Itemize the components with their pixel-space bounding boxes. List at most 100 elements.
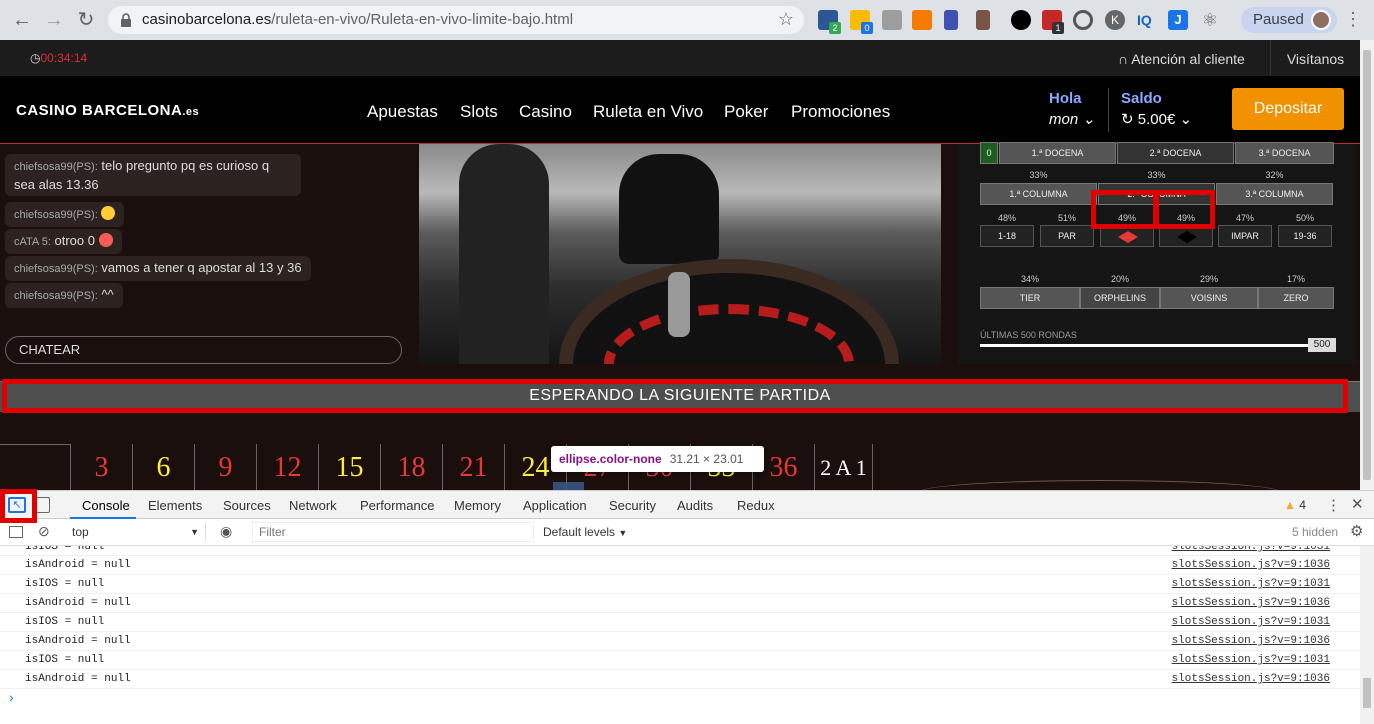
tab-memory[interactable]: Memory bbox=[454, 498, 501, 513]
balance-menu[interactable]: ↻ 5.00€ ⌄ bbox=[1121, 110, 1192, 128]
tab-redux[interactable]: Redux bbox=[737, 498, 775, 513]
dropdown-icon: ▼ bbox=[190, 527, 199, 537]
react-icon[interactable]: ⚛ bbox=[1200, 10, 1220, 30]
console-source-link[interactable]: slotsSession.js?v=9:1036 bbox=[1172, 556, 1330, 574]
table-cell-2-to-1[interactable]: 2 A 1 bbox=[814, 444, 873, 490]
rounds-slider[interactable] bbox=[980, 344, 1310, 347]
back-icon[interactable]: ← bbox=[10, 8, 34, 32]
nav-slots[interactable]: Slots bbox=[460, 102, 498, 122]
j-icon[interactable]: J bbox=[1168, 10, 1188, 30]
heart-eyes-icon bbox=[98, 233, 113, 247]
console-prompt[interactable]: › bbox=[9, 689, 14, 705]
chart-icon[interactable] bbox=[912, 10, 932, 30]
stat-pct: 32% bbox=[1265, 170, 1284, 180]
target-icon[interactable] bbox=[1073, 10, 1093, 30]
device-toolbar-icon[interactable] bbox=[36, 497, 50, 513]
live-video[interactable] bbox=[419, 144, 941, 364]
deposit-button[interactable]: Depositar bbox=[1232, 88, 1344, 130]
k-icon[interactable]: K bbox=[1105, 10, 1125, 30]
table-cell-6[interactable]: 6 bbox=[132, 444, 194, 490]
nav-ruleta-en-vivo[interactable]: Ruleta en Vivo bbox=[593, 102, 703, 122]
close-icon[interactable]: ✕ bbox=[1351, 495, 1364, 513]
scrollbar-thumb[interactable] bbox=[1363, 678, 1371, 708]
settings-gear-icon[interactable]: ⚙ bbox=[1350, 522, 1363, 540]
divider bbox=[1108, 88, 1109, 132]
context-select[interactable]: top ▼ bbox=[64, 523, 206, 542]
chat-input[interactable]: CHATEAR bbox=[5, 336, 402, 364]
chevron-down-icon: ⌄ bbox=[1082, 111, 1095, 128]
reload-icon[interactable]: ↻ bbox=[74, 8, 98, 32]
visit-link[interactable]: Visítanos bbox=[1270, 40, 1360, 76]
dealer-figure bbox=[619, 154, 719, 264]
forward-icon[interactable]: → bbox=[42, 8, 66, 32]
stat-pct: 47% bbox=[1235, 213, 1254, 223]
java-icon[interactable] bbox=[976, 10, 990, 30]
paw-icon[interactable] bbox=[1011, 10, 1031, 30]
stat-voisins: VOISINS bbox=[1160, 287, 1258, 309]
console-source-link[interactable]: slotsSession.js?v=9:1031 bbox=[1172, 613, 1330, 631]
user-menu[interactable]: mon ⌄ bbox=[1049, 110, 1095, 128]
nav-promociones[interactable]: Promociones bbox=[791, 102, 890, 122]
profile-button[interactable]: Paused bbox=[1241, 7, 1337, 33]
warning-count[interactable]: ▲ 4 bbox=[1284, 498, 1306, 512]
stat-columna-3: 3.ª COLUMNA bbox=[1216, 183, 1333, 205]
support-link[interactable]: ∩ Atención al cliente bbox=[1118, 51, 1245, 67]
tab-performance[interactable]: Performance bbox=[360, 498, 434, 513]
emoji-icon bbox=[101, 206, 116, 220]
console-source-link[interactable]: slotsSession.js?v=9:1036 bbox=[1172, 632, 1330, 650]
tab-security[interactable]: Security bbox=[609, 498, 656, 513]
bar-icon[interactable] bbox=[944, 10, 958, 30]
stat-pct: 50% bbox=[1295, 213, 1314, 223]
menu-icon[interactable]: ⋮ bbox=[1344, 9, 1362, 30]
address-bar[interactable]: casinobarcelona.es/ruleta-en-vivo/Ruleta… bbox=[108, 6, 804, 34]
page-scrollbar[interactable] bbox=[1360, 40, 1374, 490]
nav-poker[interactable]: Poker bbox=[724, 102, 768, 122]
table-cell-9[interactable]: 9 bbox=[194, 444, 256, 490]
croupier-figure bbox=[459, 144, 549, 364]
table-cell-12[interactable]: 12 bbox=[256, 444, 318, 490]
statistics-panel: 0 1.ª DOCENA 2.ª DOCENA 3.ª DOCENA 33% 3… bbox=[958, 142, 1356, 364]
headset-icon: ∩ bbox=[1118, 51, 1132, 67]
pen-icon[interactable] bbox=[882, 10, 902, 30]
clear-console-icon[interactable]: ⊘ bbox=[38, 523, 50, 540]
console-row: isAndroid = null slotsSession.js?v=9:1036 bbox=[0, 670, 1360, 689]
scrollbar-thumb[interactable] bbox=[1363, 50, 1371, 480]
stat-pct: 48% bbox=[997, 213, 1016, 223]
refresh-icon[interactable]: ↻ bbox=[1121, 111, 1134, 128]
tab-network[interactable]: Network bbox=[289, 498, 337, 513]
eye-icon[interactable]: ◉ bbox=[220, 523, 232, 540]
tab-sources[interactable]: Sources bbox=[223, 498, 271, 513]
wheel-turret bbox=[668, 272, 690, 337]
iq-icon[interactable]: IQ bbox=[1137, 10, 1157, 30]
table-cell-18[interactable]: 18 bbox=[380, 444, 442, 490]
console-source-link[interactable]: slotsSession.js?v=9:1036 bbox=[1172, 670, 1330, 688]
greeting: Hola bbox=[1049, 90, 1082, 107]
session-timer: ◷00:34:14 bbox=[30, 51, 88, 65]
table-cell-3[interactable]: 3 bbox=[70, 444, 132, 490]
console-source-link[interactable]: slotsSession.js?v=9:1031 bbox=[1172, 575, 1330, 593]
table-cell-21[interactable]: 21 bbox=[442, 444, 504, 490]
hidden-count: 5 hidden bbox=[1292, 525, 1339, 539]
console-scrollbar[interactable] bbox=[1360, 546, 1374, 724]
sidebar-toggle-icon[interactable] bbox=[9, 526, 23, 538]
bookmark-star-icon[interactable]: ☆ bbox=[778, 9, 794, 30]
log-levels-select[interactable]: Default levels ▼ bbox=[543, 525, 627, 539]
nav-casino[interactable]: Casino bbox=[519, 102, 572, 122]
stat-pct: 17% bbox=[1286, 274, 1305, 284]
tab-application[interactable]: Application bbox=[523, 498, 587, 513]
racetrack[interactable] bbox=[920, 480, 1280, 490]
tab-console[interactable]: Console bbox=[82, 498, 130, 513]
console-source-link[interactable]: slotsSession.js?v=9:1036 bbox=[1172, 594, 1330, 612]
stat-19-36: 19-36 bbox=[1278, 225, 1332, 247]
console-source-link[interactable]: slotsSession.js?v=9:1031 bbox=[1172, 651, 1330, 669]
nav-apuestas[interactable]: Apuestas bbox=[367, 102, 438, 122]
console-filter-input[interactable] bbox=[252, 522, 534, 542]
devtools-menu-icon[interactable]: ⋮ bbox=[1326, 496, 1341, 514]
tab-audits[interactable]: Audits bbox=[677, 498, 713, 513]
stat-pct: 33% bbox=[1147, 170, 1166, 180]
table-cell-15[interactable]: 15 bbox=[318, 444, 380, 490]
casino-page: ◷00:34:14 ∩ Atención al cliente Visítano… bbox=[0, 40, 1360, 490]
tab-elements[interactable]: Elements bbox=[148, 498, 202, 513]
site-logo[interactable]: CASINO BARCELONA.es bbox=[16, 102, 199, 119]
rounds-value: 500 bbox=[1308, 338, 1336, 352]
